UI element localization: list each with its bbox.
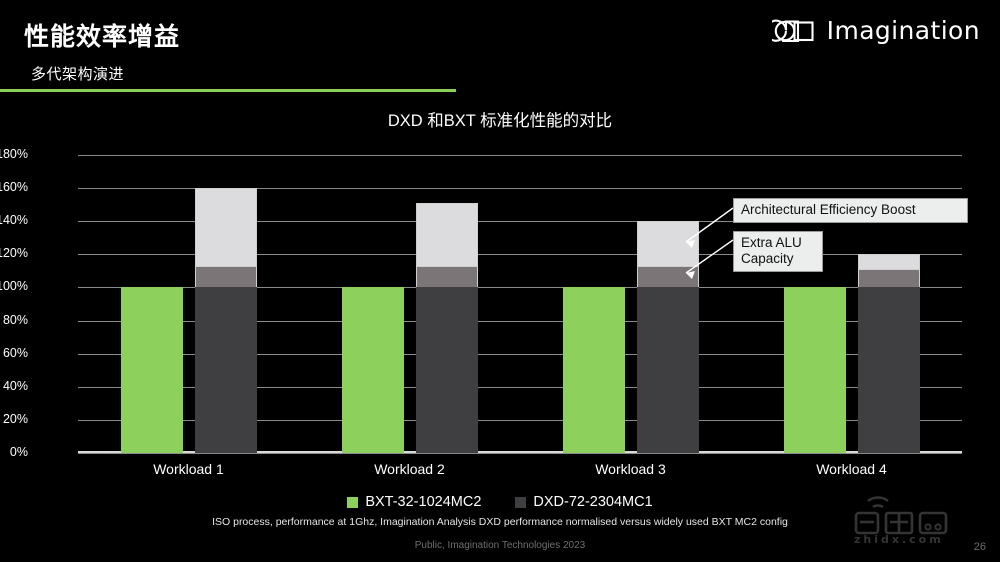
- bar-segment-bxt-base: [783, 287, 846, 453]
- bar-segment-extra-alu-capacity: [857, 269, 920, 288]
- x-axis-tick-label: Workload 2: [374, 461, 445, 477]
- zhidx-watermark: zhidx.com: [846, 491, 976, 547]
- bar-bxt[interactable]: [120, 155, 183, 453]
- legend-label: DXD-72-2304MC1: [533, 494, 653, 510]
- y-axis-tick-label: 0%: [9, 445, 28, 459]
- bar-dxd[interactable]: [415, 155, 478, 453]
- bar-segment-extra-alu-capacity: [194, 265, 257, 288]
- gridline: [78, 453, 962, 454]
- y-axis-tick-label: 180%: [0, 147, 28, 161]
- x-axis-tick-label: Workload 3: [595, 461, 666, 477]
- slide-canvas: 性能效率增益 多代架构演进 Imagination DXD 和BXT 标准化性能…: [0, 0, 1000, 562]
- bar-segment-architectural-efficiency-boost: [857, 254, 920, 270]
- bar-bxt[interactable]: [341, 155, 404, 453]
- bar-segment-bxt-base: [120, 287, 183, 453]
- y-axis-tick-label: 20%: [2, 411, 28, 426]
- svg-text:zhidx.com: zhidx.com: [854, 533, 944, 546]
- y-axis-tick-label: 60%: [2, 345, 28, 360]
- accent-divider: [0, 89, 456, 92]
- legend-swatch: [515, 496, 527, 508]
- callout-boost-label: Architectural Efficiency Boost: [741, 202, 916, 217]
- y-axis-tick-label: 160%: [0, 180, 28, 195]
- callout-extra-alu-capacity: Extra ALU Capacity: [733, 231, 823, 272]
- legend-item[interactable]: BXT-32-1024MC2: [347, 494, 481, 510]
- bar-segment-architectural-efficiency-boost: [636, 221, 699, 266]
- imagination-mark-icon: [764, 18, 818, 44]
- page-subtitle: 多代架构演进: [31, 66, 125, 83]
- y-axis-tick-label: 140%: [0, 213, 28, 228]
- y-axis-tick-label: 40%: [2, 378, 28, 393]
- x-axis-tick-label: Workload 4: [816, 461, 887, 477]
- bar-segment-dxd-72-2304mc1: [636, 287, 699, 453]
- logo-wordmark: Imagination: [826, 16, 980, 45]
- chart-title: DXD 和BXT 标准化性能的对比: [387, 112, 613, 130]
- bar-dxd[interactable]: [194, 155, 257, 453]
- y-axis-tick-label: 120%: [0, 246, 28, 261]
- bar-dxd[interactable]: [636, 155, 699, 453]
- bar-segment-bxt-base: [562, 287, 625, 453]
- bar-group: [299, 155, 520, 453]
- y-axis-tick-label: 100%: [0, 279, 28, 294]
- bar-segment-dxd-72-2304mc1: [415, 287, 478, 453]
- bar-segment-architectural-efficiency-boost: [415, 203, 478, 266]
- chart-area: 0% 20% 40% 60% 80% 100% 120% 140% 160% 180% Worklo…: [0, 140, 1000, 477]
- bar-bxt[interactable]: [562, 155, 625, 453]
- bar-segment-extra-alu-capacity: [415, 265, 478, 288]
- x-axis-tick-label: Workload 1: [153, 461, 224, 477]
- legend-item[interactable]: DXD-72-2304MC1: [515, 494, 653, 510]
- callout-architectural-efficiency-boost: Architectural Efficiency Boost: [733, 198, 968, 223]
- bar-segment-dxd-72-2304mc1: [194, 287, 257, 453]
- bar-segment-extra-alu-capacity: [636, 265, 699, 288]
- bar-segment-bxt-base: [341, 287, 404, 453]
- legend-label: BXT-32-1024MC2: [365, 494, 482, 510]
- bar-group: [520, 155, 741, 453]
- callout-alu-label-line2: Capacity: [741, 251, 794, 266]
- y-axis-tick-label: 80%: [2, 312, 28, 327]
- legend-swatch: [347, 496, 359, 508]
- imagination-logo: Imagination: [764, 16, 980, 45]
- page-title: 性能效率增益: [24, 23, 181, 51]
- bar-group: [78, 155, 299, 453]
- bar-segment-architectural-efficiency-boost: [194, 188, 257, 266]
- bar-segment-dxd-72-2304mc1: [857, 287, 920, 453]
- callout-alu-label-line1: Extra ALU: [741, 235, 802, 250]
